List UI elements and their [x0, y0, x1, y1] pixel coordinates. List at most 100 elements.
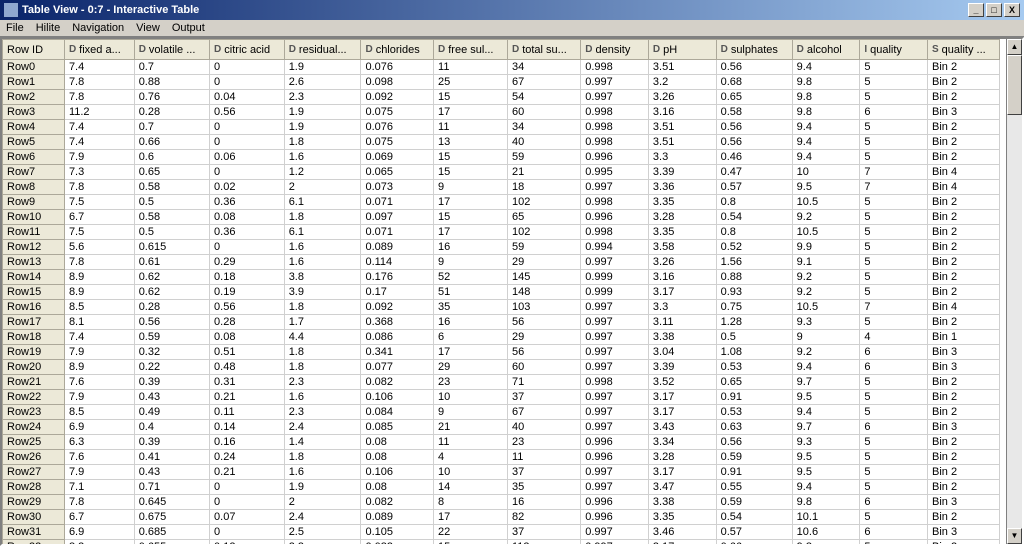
data-cell: 2.3 [284, 375, 361, 390]
table-row[interactable]: Row168.50.280.561.80.092351030.9973.30.7… [3, 300, 1000, 315]
data-cell: 5 [860, 510, 928, 525]
data-cell: 1.6 [284, 465, 361, 480]
table-row[interactable]: Row217.60.390.312.30.08223710.9983.520.6… [3, 375, 1000, 390]
data-cell: 0.106 [361, 465, 434, 480]
column-header[interactable]: Dcitric acid [210, 40, 285, 60]
table-row[interactable]: Row328.30.6550.122.30.083151130.9973.170… [3, 540, 1000, 545]
title-bar: Table View - 0:7 - Interactive Table _ □… [0, 0, 1024, 20]
data-cell: 6 [860, 105, 928, 120]
menu-navigation[interactable]: Navigation [72, 22, 124, 34]
data-cell: 0.61 [134, 255, 209, 270]
table-row[interactable]: Row07.40.701.90.07611340.9983.510.569.45… [3, 60, 1000, 75]
table-row[interactable]: Row187.40.590.084.40.0866290.9973.380.59… [3, 330, 1000, 345]
table-row[interactable]: Row27.80.760.042.30.09215540.9973.260.65… [3, 90, 1000, 105]
data-cell: 0.073 [361, 180, 434, 195]
maximize-button[interactable]: □ [986, 3, 1002, 17]
row-header-cell: Row16 [3, 300, 65, 315]
data-cell: 0.995 [581, 165, 649, 180]
column-header[interactable]: Dchlorides [361, 40, 434, 60]
table-row[interactable]: Row106.70.580.081.80.09715650.9963.280.5… [3, 210, 1000, 225]
menu-view[interactable]: View [136, 22, 160, 34]
data-cell: 9.4 [792, 150, 860, 165]
table-row[interactable]: Row158.90.620.193.90.17511480.9993.170.9… [3, 285, 1000, 300]
table-row[interactable]: Row67.90.60.061.60.06915590.9963.30.469.… [3, 150, 1000, 165]
column-header[interactable]: Dfree sul... [434, 40, 508, 60]
data-cell: 9.3 [792, 315, 860, 330]
data-cell: 0.75 [716, 300, 792, 315]
table-row[interactable]: Row57.40.6601.80.07513400.9983.510.569.4… [3, 135, 1000, 150]
data-cell: 0.43 [134, 390, 209, 405]
table-row[interactable]: Row77.30.6501.20.06515210.9953.390.47107… [3, 165, 1000, 180]
table-row[interactable]: Row148.90.620.183.80.176521450.9993.160.… [3, 270, 1000, 285]
column-header[interactable]: Iquality [860, 40, 928, 60]
table-row[interactable]: Row197.90.320.511.80.34117560.9973.041.0… [3, 345, 1000, 360]
data-cell: 10.5 [792, 225, 860, 240]
table-row[interactable]: Row47.40.701.90.07611340.9983.510.569.45… [3, 120, 1000, 135]
vertical-scrollbar[interactable]: ▲ ▼ [1006, 39, 1022, 544]
scroll-down-button[interactable]: ▼ [1007, 528, 1022, 544]
data-cell: 17 [434, 105, 508, 120]
table-row[interactable]: Row267.60.410.241.80.084110.9963.280.599… [3, 450, 1000, 465]
data-cell: 9.4 [792, 360, 860, 375]
table-row[interactable]: Row227.90.430.211.60.10610370.9973.170.9… [3, 390, 1000, 405]
column-header[interactable]: Squality ... [928, 40, 1000, 60]
data-cell: 0.997 [581, 540, 649, 545]
row-header-cell: Row8 [3, 180, 65, 195]
table-row[interactable]: Row125.60.61501.60.08916590.9943.580.529… [3, 240, 1000, 255]
data-cell: 9 [434, 180, 508, 195]
table-row[interactable]: Row178.10.560.281.70.36816560.9973.111.2… [3, 315, 1000, 330]
data-cell: 11 [434, 435, 508, 450]
data-cell: 0.21 [210, 465, 285, 480]
column-header[interactable]: Dvolatile ... [134, 40, 209, 60]
table-row[interactable]: Row256.30.390.161.40.0811230.9963.340.56… [3, 435, 1000, 450]
table-row[interactable]: Row87.80.580.0220.0739180.9973.360.579.5… [3, 180, 1000, 195]
table-row[interactable]: Row208.90.220.481.80.07729600.9973.390.5… [3, 360, 1000, 375]
column-header[interactable]: Dtotal su... [507, 40, 580, 60]
menu-output[interactable]: Output [172, 22, 205, 34]
data-cell: 9.8 [792, 495, 860, 510]
column-header[interactable]: DpH [648, 40, 716, 60]
table-scroll-area[interactable]: Row IDDfixed a...Dvolatile ...Dcitric ac… [2, 39, 1006, 544]
table-row[interactable]: Row117.50.50.366.10.071171020.9983.350.8… [3, 225, 1000, 240]
table-row[interactable]: Row277.90.430.211.60.10610370.9973.170.9… [3, 465, 1000, 480]
table-row[interactable]: Row306.70.6750.072.40.08917820.9963.350.… [3, 510, 1000, 525]
data-cell: 0.08 [210, 210, 285, 225]
app-icon [4, 3, 18, 17]
table-row[interactable]: Row137.80.610.291.60.1149290.9973.261.56… [3, 255, 1000, 270]
data-cell: 0.31 [210, 375, 285, 390]
row-header-cell: Row5 [3, 135, 65, 150]
table-row[interactable]: Row297.80.645020.0828160.9963.380.599.86… [3, 495, 1000, 510]
data-cell: 0.996 [581, 210, 649, 225]
data-cell: 0.65 [716, 90, 792, 105]
column-header[interactable]: Row ID [3, 40, 65, 60]
data-cell: 0.48 [210, 360, 285, 375]
table-row[interactable]: Row287.10.7101.90.0814350.9973.470.559.4… [3, 480, 1000, 495]
minimize-button[interactable]: _ [968, 3, 984, 17]
column-header[interactable]: Ddensity [581, 40, 649, 60]
data-cell: 1.9 [284, 480, 361, 495]
data-cell: 0.59 [716, 450, 792, 465]
data-cell: 0.106 [361, 390, 434, 405]
menu-hilite[interactable]: Hilite [36, 22, 60, 34]
table-row[interactable]: Row238.50.490.112.30.0849670.9973.170.53… [3, 405, 1000, 420]
column-header[interactable]: Dresidual... [284, 40, 361, 60]
menu-file[interactable]: File [6, 22, 24, 34]
data-cell: 60 [507, 360, 580, 375]
table-row[interactable]: Row17.80.8802.60.09825670.9973.20.689.85… [3, 75, 1000, 90]
table-row[interactable]: Row246.90.40.142.40.08521400.9973.430.63… [3, 420, 1000, 435]
data-cell: 0.29 [210, 255, 285, 270]
column-header[interactable]: Dfixed a... [64, 40, 134, 60]
column-header[interactable]: Dsulphates [716, 40, 792, 60]
table-row[interactable]: Row311.20.280.561.90.07517600.9983.160.5… [3, 105, 1000, 120]
table-row[interactable]: Row97.50.50.366.10.071171020.9983.350.81… [3, 195, 1000, 210]
scroll-up-button[interactable]: ▲ [1007, 39, 1022, 55]
table-row[interactable]: Row316.90.68502.50.10522370.9973.460.571… [3, 525, 1000, 540]
data-cell: 0.089 [361, 240, 434, 255]
close-button[interactable]: X [1004, 3, 1020, 17]
column-header[interactable]: Dalcohol [792, 40, 860, 60]
data-cell: 7.8 [64, 255, 134, 270]
scroll-track[interactable] [1007, 55, 1022, 528]
row-header-cell: Row14 [3, 270, 65, 285]
scroll-thumb[interactable] [1007, 55, 1022, 115]
data-cell: 0.098 [361, 75, 434, 90]
